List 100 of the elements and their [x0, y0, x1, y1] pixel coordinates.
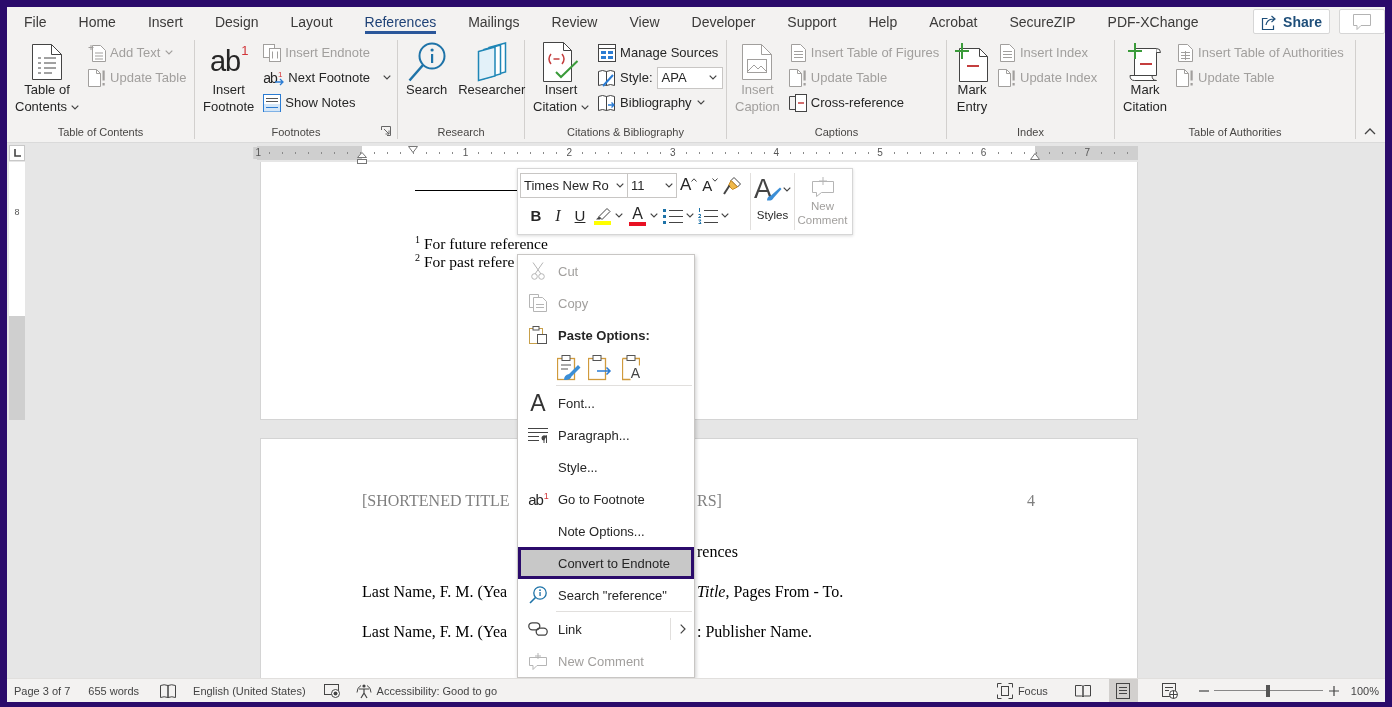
ribbon-tab[interactable]: View — [613, 7, 676, 36]
page-table-icon — [1176, 43, 1195, 62]
ruler-number: 5 — [875, 146, 885, 159]
search-icon — [407, 41, 446, 82]
print-layout-icon — [1116, 682, 1131, 699]
ribbon-tab[interactable]: Developer — [675, 7, 772, 36]
ribbon-tab[interactable]: Review — [535, 7, 614, 36]
ribbon-button[interactable]: Insert Citation — [528, 40, 595, 120]
read-mode-icon — [1074, 683, 1091, 698]
bold-button[interactable]: B — [525, 203, 547, 228]
group-label: Captions — [814, 126, 859, 138]
shrink-font-button[interactable]: A — [699, 173, 721, 198]
menu-item[interactable]: A Font... — [518, 387, 694, 419]
pages-icon — [263, 43, 282, 62]
ribbon-button[interactable]: Manage Sources — [595, 41, 722, 64]
focus-button[interactable]: Focus — [996, 679, 1048, 702]
web-layout-icon — [1161, 682, 1178, 699]
page-number: 4 — [1027, 491, 1035, 511]
book-icon — [598, 93, 617, 112]
page-lines-icon — [998, 43, 1016, 62]
ribbon-button[interactable]: Table of Contents — [10, 40, 85, 120]
language-label[interactable]: English (United States) — [193, 684, 306, 697]
menu-item[interactable]: Link — [518, 613, 694, 645]
page-lines-icon — [788, 43, 807, 62]
ribbon-button[interactable]: Researcher — [453, 40, 531, 120]
font-icon: A — [530, 391, 546, 415]
font-color-button[interactable]: A — [626, 203, 661, 228]
ribbon-tab[interactable]: Acrobat — [913, 7, 994, 36]
print-layout-button[interactable] — [1108, 679, 1138, 702]
zoom-level[interactable]: 100% — [1350, 684, 1379, 697]
zoom-slider-thumb[interactable] — [1266, 684, 1271, 697]
ribbon-tab[interactable]: References — [348, 7, 453, 36]
comment-icon — [811, 177, 834, 197]
underline-button[interactable]: U — [569, 203, 591, 228]
ribbon-button[interactable]: Show Notes — [260, 91, 359, 114]
document-icon — [32, 43, 62, 80]
page-alert-icon — [788, 68, 807, 87]
share-icon — [1261, 13, 1278, 30]
scissors-icon — [531, 262, 545, 280]
caret-up-icon — [1364, 128, 1376, 135]
group-label: Index — [1017, 126, 1044, 138]
menu-item[interactable]: Search "reference" — [518, 579, 694, 611]
ribbon-tab[interactable]: Support — [771, 7, 853, 36]
accessibility-icon — [355, 682, 372, 699]
window-icon — [598, 43, 617, 62]
page-count[interactable]: Page 3 of 7 — [14, 684, 71, 697]
menu-item[interactable]: Note Options... — [518, 515, 694, 547]
group-label: Footnotes — [271, 126, 321, 138]
ribbon-tab[interactable]: File — [8, 7, 63, 36]
group-label: Research — [437, 126, 485, 138]
ribbon-tab[interactable]: Insert — [131, 7, 199, 36]
ruler-number: 6 — [978, 146, 989, 159]
bullet-list-icon — [663, 207, 683, 224]
ribbon-button[interactable]: Cross-reference — [785, 91, 907, 114]
paintbrush-icon — [723, 176, 742, 195]
macro-record-icon — [323, 683, 340, 698]
menu-item[interactable]: Paragraph... — [518, 419, 694, 451]
style-select[interactable]: APA — [656, 66, 723, 89]
scroll-plus-minus-icon — [1128, 41, 1163, 82]
page-plus-minus-icon — [955, 41, 989, 82]
ribbon-button[interactable]: Bibliography — [595, 91, 708, 114]
ribbon-tab[interactable]: Home — [62, 7, 132, 36]
ribbon-tab[interactable]: Mailings — [452, 7, 536, 36]
word-count[interactable]: 655 words — [88, 684, 140, 697]
caret-icon — [783, 186, 791, 192]
ribbon-tab[interactable]: Help — [852, 7, 914, 36]
font-size-field[interactable]: 11 — [628, 173, 677, 198]
ruler-number: 1 — [460, 146, 471, 159]
ribbon-tab[interactable]: Layout — [274, 7, 349, 36]
menu-item[interactable]: Style... — [518, 451, 694, 483]
focus-icon — [996, 682, 1013, 699]
paste-option-button[interactable] — [586, 353, 614, 383]
styles-button[interactable]: A Styles — [750, 173, 795, 230]
caret-icon — [615, 213, 623, 218]
grow-font-button[interactable]: A — [677, 173, 700, 198]
caret-icon — [712, 178, 719, 182]
paste-option-button[interactable] — [555, 353, 583, 383]
ribbon-button[interactable]: Search — [401, 40, 453, 120]
clipboard-icon — [529, 326, 547, 344]
books-icon — [476, 41, 507, 82]
reference-text: Last Name, F. M. (Yea — [362, 623, 508, 640]
footnote-text: $^{2}$ For past refere — [415, 253, 515, 270]
ribbon-tab[interactable]: SecureZIP — [993, 7, 1092, 36]
accessibility-button[interactable]: Accessibility: Good to go — [355, 679, 497, 702]
share-button[interactable]: Share — [1253, 9, 1330, 34]
ribbon-button[interactable]: Mark Citation — [1118, 40, 1173, 120]
highlighter-icon — [594, 206, 611, 220]
ribbon-tab[interactable]: Design — [198, 7, 275, 36]
book-icon — [160, 683, 177, 698]
ruler-number: 3 — [668, 146, 678, 159]
font-name-field[interactable]: Times New Ro — [520, 173, 628, 198]
caret-icon — [665, 183, 673, 188]
comment-icon — [1353, 13, 1371, 30]
menu-item[interactable]: Convert to Endnote — [518, 547, 694, 579]
ribbon-button[interactable]: Mark Entry — [950, 40, 994, 120]
cross-reference-icon — [788, 93, 807, 112]
italic-button[interactable]: I — [547, 203, 569, 228]
clipboard-arrow-icon — [588, 355, 612, 381]
ribbon-tab[interactable]: PDF-XChange — [1091, 7, 1215, 36]
ruler-number: 2 — [564, 146, 574, 159]
